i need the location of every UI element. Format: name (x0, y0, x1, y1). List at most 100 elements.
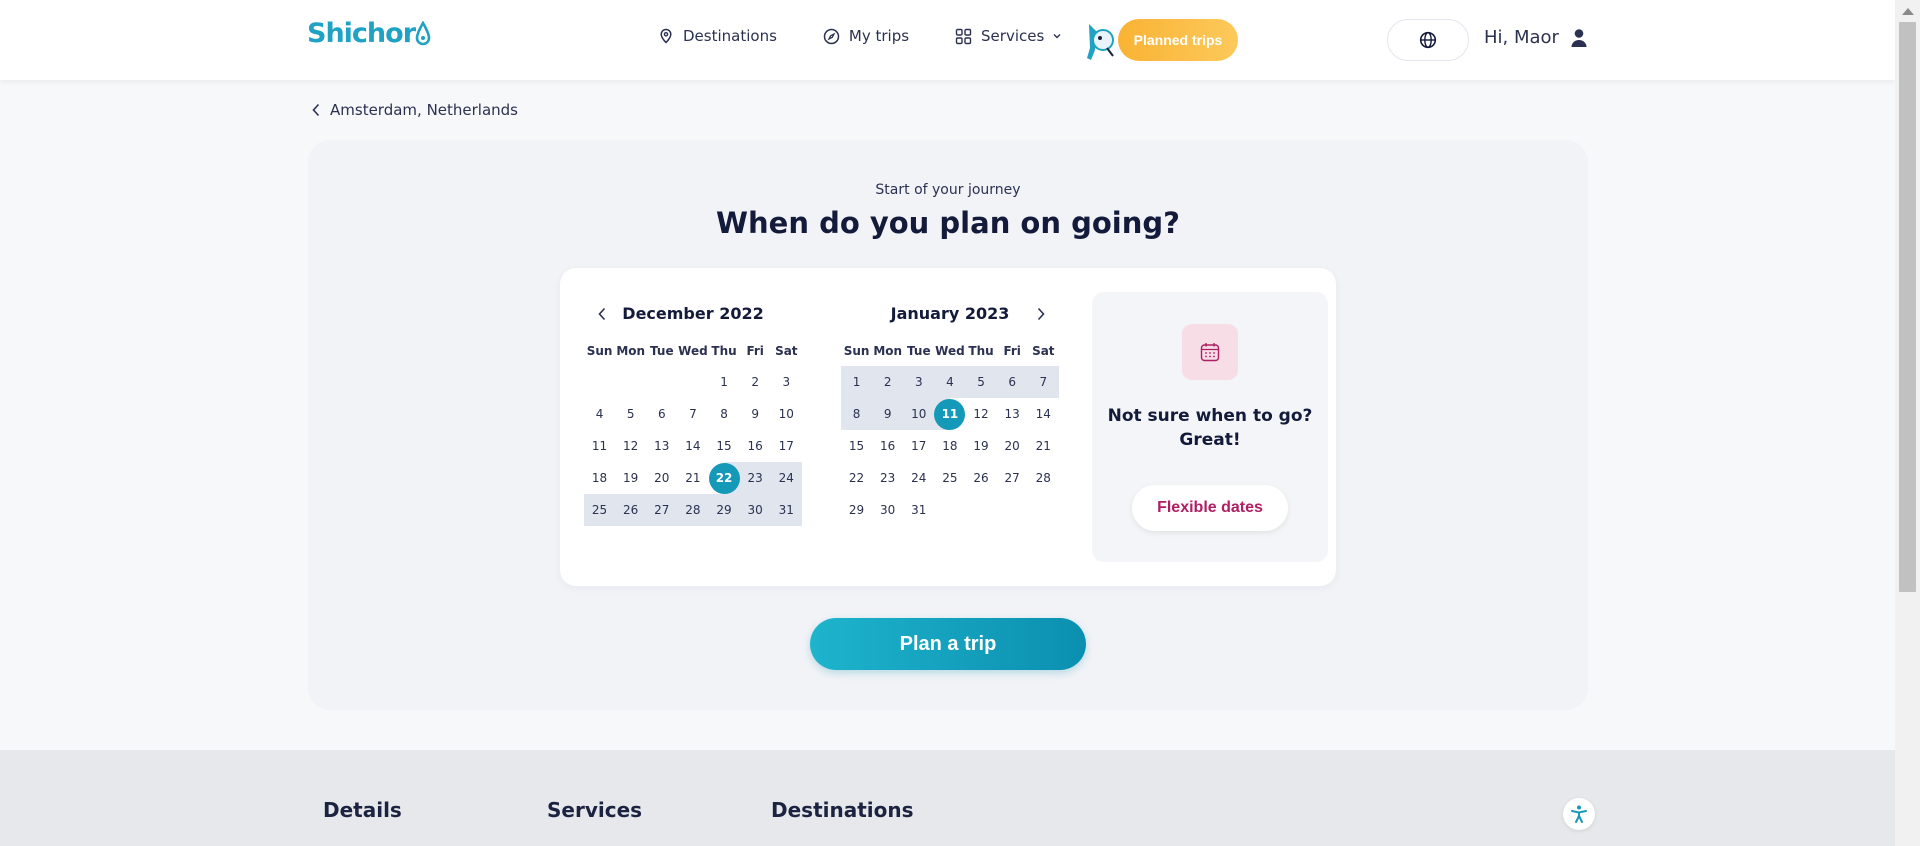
day-cell[interactable]: 26 (615, 494, 647, 526)
day-cell[interactable]: 23 (739, 462, 771, 494)
day-cell[interactable]: 30 (872, 494, 903, 526)
day-cell[interactable]: 7 (1027, 366, 1059, 398)
day-cell[interactable]: 2 (740, 366, 771, 398)
logo[interactable]: Shichor (307, 18, 431, 49)
scrollbar-thumb[interactable] (1899, 22, 1916, 592)
scroll-up-arrow-icon[interactable] (1902, 8, 1914, 15)
day-cell[interactable]: 4 (584, 398, 615, 430)
day-cell[interactable]: 2 (872, 366, 904, 398)
day-cell[interactable]: 19 (966, 430, 997, 462)
grid-icon (955, 28, 972, 44)
day-cell[interactable]: 20 (646, 462, 677, 494)
day-cell[interactable]: 1 (709, 366, 740, 398)
day-cell[interactable]: 9 (872, 398, 904, 430)
compass-icon (823, 28, 840, 44)
day-cell[interactable]: 13 (997, 398, 1028, 430)
day-cell[interactable]: 6 (646, 398, 677, 430)
day-empty (677, 366, 708, 398)
weekday-label: Sat (775, 344, 798, 358)
user-menu[interactable]: Hi, Maor (1484, 27, 1588, 48)
day-cell[interactable]: 12 (966, 398, 997, 430)
page-scrollbar[interactable] (1895, 0, 1920, 846)
day-cell[interactable]: 14 (677, 430, 708, 462)
day-cell[interactable]: 26 (966, 462, 997, 494)
day-cell[interactable]: 9 (740, 398, 771, 430)
nav-destinations-label: Destinations (683, 27, 777, 45)
user-icon (1571, 28, 1587, 47)
weekday-label: Sun (586, 344, 613, 358)
day-cell[interactable]: 29 (708, 494, 740, 526)
breadcrumb-back[interactable]: Amsterdam, Netherlands (311, 101, 518, 119)
day-cell[interactable]: 5 (615, 398, 646, 430)
day-cell[interactable]: 1 (841, 366, 873, 398)
day-cell[interactable]: 8 (841, 398, 873, 430)
day-cell[interactable]: 10 (903, 398, 935, 430)
language-button[interactable] (1387, 19, 1469, 61)
nav-destinations[interactable]: Destinations (658, 27, 777, 45)
day-cell[interactable]: 18 (934, 430, 965, 462)
nav-services[interactable]: Services (955, 27, 1062, 45)
day-cell[interactable]: 29 (841, 494, 872, 526)
mascot-icon (1087, 24, 1114, 60)
day-cell[interactable]: 10 (771, 398, 802, 430)
day-cell[interactable]: 21 (1028, 430, 1059, 462)
day-cell[interactable]: 19 (615, 462, 646, 494)
footer: Details Services Destinations (0, 750, 1895, 846)
day-cell[interactable]: 20 (997, 430, 1028, 462)
day-cell[interactable]: 8 (709, 398, 740, 430)
day-cell[interactable]: 21 (677, 462, 708, 494)
day-cell[interactable]: 16 (872, 430, 903, 462)
day-cell[interactable]: 11 (584, 430, 615, 462)
chevron-right-icon (1037, 307, 1045, 321)
day-cell[interactable]: 3 (903, 366, 935, 398)
day-cell[interactable]: 31 (903, 494, 934, 526)
day-cell[interactable]: 13 (646, 430, 677, 462)
footer-heading-services: Services (547, 798, 643, 822)
day-cell[interactable]: 22 (841, 462, 872, 494)
day-cell[interactable]: 27 (997, 462, 1028, 494)
selected-day: 11 (934, 398, 966, 430)
day-cell[interactable]: 12 (615, 430, 646, 462)
weekday-label: Sat (1032, 344, 1055, 358)
calendar-card: December 2022 Sun Mon Tue Wed Thu Fri Sat 1234… (560, 268, 1336, 586)
day-cell[interactable]: 3 (771, 366, 802, 398)
nav-services-label: Services (981, 27, 1045, 45)
day-cell[interactable]: 25 (934, 462, 965, 494)
day-cell[interactable]: 18 (584, 462, 615, 494)
weekday-header: Sun Mon Tue Wed Thu Fri Sat (841, 341, 1059, 361)
day-grid: 1 2 3 4 5 6 7 8 9 10 11 12 13 14 15 16 17 18 19 20 21 22 23 24 2… (584, 366, 802, 526)
flexible-dates-button[interactable]: Flexible dates (1132, 485, 1288, 531)
day-cell[interactable]: 14 (1028, 398, 1059, 430)
plan-trip-button[interactable]: Plan a trip (810, 618, 1086, 670)
day-cell[interactable]: 4 (934, 366, 966, 398)
day-cell[interactable]: 6 (996, 366, 1028, 398)
planned-trips-button[interactable]: Planned trips (1118, 19, 1238, 61)
day-cell[interactable]: 28 (677, 494, 709, 526)
day-cell[interactable]: 28 (1028, 462, 1059, 494)
day-cell[interactable]: 17 (771, 430, 802, 462)
flexible-question-line2: Great! (1179, 430, 1241, 450)
day-cell[interactable]: 23 (872, 462, 903, 494)
day-cell[interactable]: 30 (739, 494, 771, 526)
day-cell[interactable]: 15 (709, 430, 740, 462)
day-cell[interactable]: 11 (934, 398, 966, 430)
day-cell[interactable]: 5 (965, 366, 997, 398)
next-month-button[interactable] (1031, 304, 1051, 324)
logo-text: Shichor (307, 18, 416, 49)
day-cell[interactable]: 27 (646, 494, 678, 526)
day-cell[interactable]: 24 (903, 462, 934, 494)
day-cell[interactable]: 24 (770, 462, 802, 494)
day-cell[interactable]: 25 (584, 494, 616, 526)
day-cell[interactable]: 16 (740, 430, 771, 462)
flexible-question-line1: Not sure when to go? (1107, 406, 1313, 426)
weekday-header: Sun Mon Tue Wed Thu Fri Sat (584, 341, 802, 361)
day-cell[interactable]: 7 (677, 398, 708, 430)
day-cell[interactable]: 15 (841, 430, 872, 462)
accessibility-icon (1571, 805, 1587, 823)
accessibility-button[interactable] (1563, 798, 1595, 830)
day-cell[interactable]: 31 (770, 494, 802, 526)
day-cell[interactable]: 17 (903, 430, 934, 462)
nav-my-trips[interactable]: My trips (823, 27, 909, 45)
day-cell[interactable]: 22 (708, 462, 740, 494)
day-empty (584, 366, 615, 398)
